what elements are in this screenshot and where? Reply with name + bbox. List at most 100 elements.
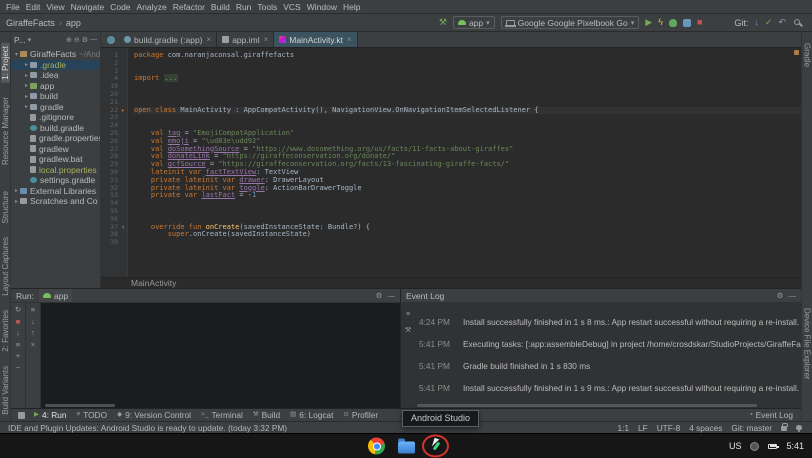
toolwindow-button-build[interactable]: ⚒Build <box>248 409 285 421</box>
status-caret-position[interactable]: 1:1 <box>617 423 629 433</box>
expand-arrow-icon[interactable]: ▸ <box>23 93 30 100</box>
menu-item-vcs[interactable]: VCS <box>280 2 303 12</box>
run-tab-app[interactable]: app <box>39 289 72 302</box>
menu-item-window[interactable]: Window <box>304 2 340 12</box>
run-tool-icon-4[interactable]: + <box>16 352 20 360</box>
tool-stripe-2-favorites[interactable]: 2: Favorites <box>1 310 10 352</box>
tree-item-gradle-properties[interactable]: gradle.properties <box>11 133 100 144</box>
close-icon[interactable]: × <box>207 35 212 44</box>
menu-item-run[interactable]: Run <box>233 2 255 12</box>
console-tool-icon-0[interactable]: ≡ <box>31 306 35 314</box>
editor-tab-app-iml[interactable]: app.iml× <box>217 32 274 47</box>
status-git-branch[interactable]: Git: master <box>731 423 772 433</box>
clock[interactable]: 5:41 <box>786 441 804 451</box>
toolwindow-button-terminal[interactable]: >_Terminal <box>196 409 248 421</box>
toolwindow-button-4-run[interactable]: ▶4: Run <box>29 409 71 421</box>
git-commit-button[interactable]: ✓ <box>765 18 773 27</box>
run-tool-icon-1[interactable]: ■ <box>16 318 21 326</box>
tool-stripe-1-project[interactable]: 1: Project <box>1 43 10 83</box>
editor-breadcrumb[interactable]: MainActivity <box>101 277 801 288</box>
menu-item-code[interactable]: Code <box>107 2 133 12</box>
profile-button[interactable] <box>683 19 691 27</box>
status-encoding[interactable]: UTF-8 <box>657 423 681 433</box>
tree-item-gradle[interactable]: ▸gradle <box>11 102 100 113</box>
breadcrumb-project[interactable]: GiraffeFacts <box>6 18 55 28</box>
run-tool-icon-0[interactable]: ↻ <box>15 306 21 314</box>
build-hammer-icon[interactable]: ⚒ <box>439 18 447 27</box>
status-indent[interactable]: 4 spaces <box>689 423 722 433</box>
status-message[interactable]: IDE and Plugin Updates: Android Studio i… <box>8 423 287 433</box>
menu-item-refactor[interactable]: Refactor <box>170 2 208 12</box>
run-button[interactable]: ▶ <box>645 18 652 27</box>
console-tool-icon-3[interactable]: × <box>31 341 35 349</box>
tree-item-app[interactable]: ▸app <box>11 81 100 92</box>
menu-item-view[interactable]: View <box>43 2 67 12</box>
toolwindow-button-todo[interactable]: ≡TODO <box>71 409 112 421</box>
toolwindow-button-9-version-control[interactable]: ◆9: Version Control <box>112 409 196 421</box>
tree-item-giraffefacts[interactable]: ▾GiraffeFacts~/AndroidStudioProje <box>11 49 100 60</box>
git-update-button[interactable]: ↓ <box>754 18 759 27</box>
lock-icon[interactable] <box>781 426 787 431</box>
code-editor[interactable]: package com.naranjaconsal.giraffefacts i… <box>128 48 801 277</box>
tool-stripe-gradle[interactable]: Gradle <box>803 43 812 67</box>
toolwindow-button-profiler[interactable]: ⊙Profiler <box>338 409 383 421</box>
tree-item-gradlew[interactable]: gradlew <box>11 144 100 155</box>
menu-item-edit[interactable]: Edit <box>23 2 44 12</box>
keyboard-layout-indicator[interactable]: US <box>729 441 742 451</box>
debug-button[interactable] <box>669 19 677 27</box>
tree-item-gradlew-bat[interactable]: gradlew.bat <box>11 154 100 165</box>
tool-stripe-resource-manager[interactable]: Resource Manager <box>1 97 10 165</box>
run-header-icon-0[interactable]: ⚙ <box>376 291 383 300</box>
console-tool-icon-1[interactable]: ↓ <box>31 318 35 326</box>
expand-arrow-icon[interactable]: ▸ <box>23 82 30 89</box>
override-gutter-icon[interactable]: ↑ <box>119 224 127 232</box>
menu-item-build[interactable]: Build <box>208 2 233 12</box>
event-log-header-icon-0[interactable]: ⚙ <box>777 291 784 300</box>
console-tool-icon-2[interactable]: ↑ <box>31 329 35 337</box>
notifications-bell-icon[interactable] <box>796 425 802 430</box>
chrome-icon[interactable] <box>368 438 385 455</box>
git-rollback-button[interactable]: ↶ <box>778 18 786 27</box>
chevron-down-icon[interactable]: ▾ <box>28 36 32 44</box>
run-tool-icon-5[interactable]: − <box>16 364 20 372</box>
toolwindow-button-6-logcat[interactable]: ▤6: Logcat <box>285 409 338 421</box>
close-icon[interactable]: × <box>264 35 269 44</box>
event-log-entries[interactable]: 4:24 PMInstall successfully finished in … <box>415 303 801 404</box>
tree-item-gradle[interactable]: ▸.gradle <box>11 60 100 71</box>
close-icon[interactable]: × <box>347 35 352 44</box>
expand-arrow-icon[interactable]: ▸ <box>13 198 20 205</box>
tool-stripe-structure[interactable]: Structure <box>1 191 10 223</box>
project-panel-icon-3[interactable]: — <box>90 36 97 44</box>
project-panel-title[interactable]: P... <box>14 35 26 45</box>
tree-item-build[interactable]: ▸build <box>11 91 100 102</box>
tree-item-build-gradle[interactable]: build.gradle <box>11 123 100 134</box>
tree-item-local-properties[interactable]: local.properties <box>11 165 100 176</box>
apply-changes-button[interactable]: ϟ <box>658 18 663 27</box>
expand-arrow-icon[interactable]: ▸ <box>23 61 30 68</box>
gradle-sync-icon[interactable] <box>107 36 115 44</box>
tree-item-scratches-and-co[interactable]: ▸Scratches and Co <box>11 196 100 207</box>
tree-item-external-libraries[interactable]: ▸External Libraries <box>11 186 100 197</box>
tree-item-gitignore[interactable]: .gitignore <box>11 112 100 123</box>
expand-arrow-icon[interactable]: ▾ <box>13 51 20 58</box>
event-log-header-icon-1[interactable]: — <box>789 291 797 300</box>
tool-stripe-build-variants[interactable]: Build Variants <box>1 366 10 415</box>
expand-arrow-icon[interactable]: ▸ <box>13 187 20 194</box>
menu-item-analyze[interactable]: Analyze <box>134 2 170 12</box>
status-line-ending[interactable]: LF <box>638 423 648 433</box>
menu-item-help[interactable]: Help <box>340 2 363 12</box>
stop-button[interactable]: ■ <box>697 18 702 27</box>
tool-stripe-layout-captures[interactable]: Layout Captures <box>1 237 10 296</box>
tree-item-idea[interactable]: ▸.idea <box>11 70 100 81</box>
inspections-indicator-icon[interactable] <box>794 50 799 55</box>
breadcrumb-module[interactable]: app <box>66 18 81 28</box>
tree-item-settings-gradle[interactable]: settings.gradle <box>11 175 100 186</box>
expand-arrow-icon[interactable]: ▸ <box>23 72 30 79</box>
device-selector[interactable]: Google Google Pixelbook Go ▾ <box>501 16 640 29</box>
project-panel-icon-2[interactable]: ⚙ <box>82 36 88 44</box>
project-panel-icon-0[interactable]: ⊕ <box>66 36 72 44</box>
run-tool-icon-3[interactable]: ≡ <box>16 341 20 349</box>
menu-item-navigate[interactable]: Navigate <box>68 2 108 12</box>
file-manager-icon[interactable] <box>398 442 415 454</box>
tray-status-icon[interactable] <box>750 442 759 451</box>
